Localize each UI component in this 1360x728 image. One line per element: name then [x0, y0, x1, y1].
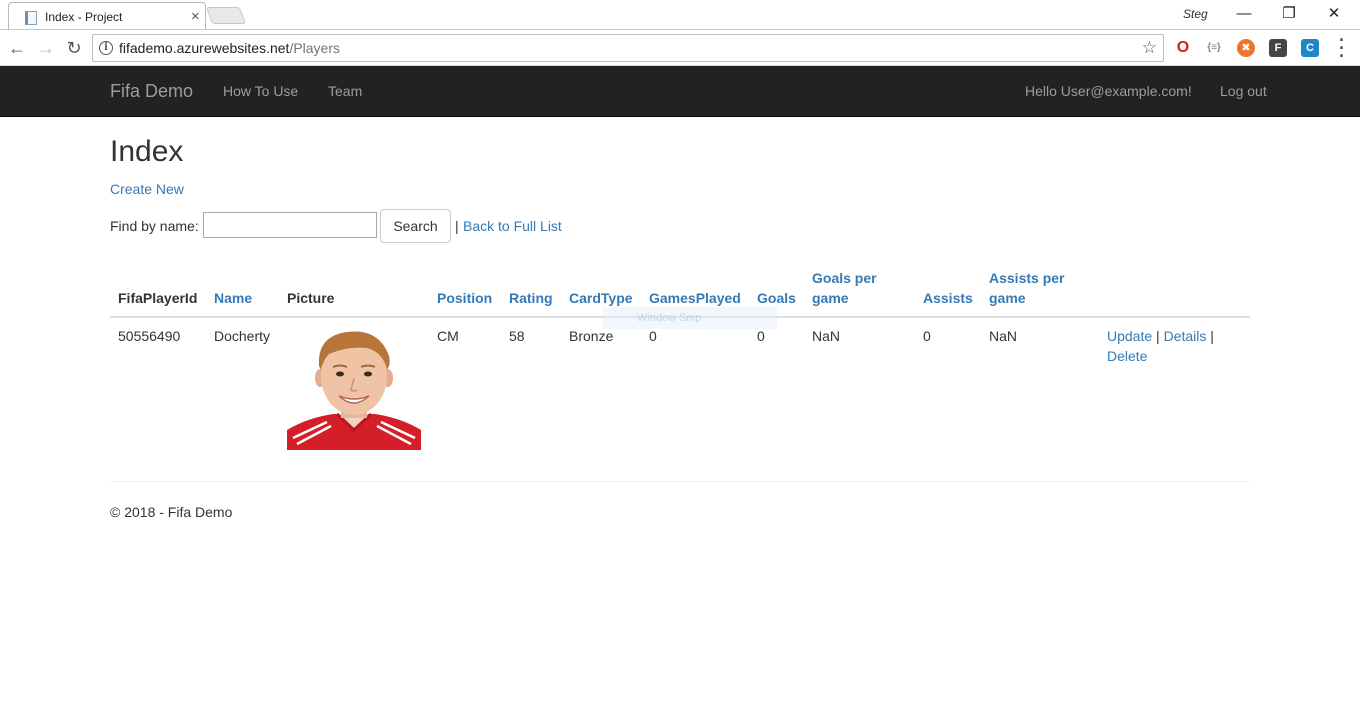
forward-arrow-icon[interactable]: → — [35, 37, 57, 59]
f-extension-icon[interactable]: F — [1269, 39, 1287, 57]
cell-position: CM — [437, 328, 459, 344]
delete-link[interactable]: Delete — [1107, 348, 1147, 364]
window-snip-overlay: Window Snip — [603, 307, 777, 329]
cell-goals-per-game: NaN — [812, 328, 841, 344]
cell-picture — [279, 317, 429, 458]
browser-toolbar: ← → ↻ i fifademo.azurewebsites.net/Playe… — [0, 29, 1360, 66]
player-photo — [287, 331, 421, 450]
close-window-icon[interactable]: ✕ — [1311, 2, 1357, 26]
cell-cardtype: Bronze — [569, 328, 614, 344]
browser-tabstrip: Index - Project × Steg — ❐ ✕ — [0, 0, 1360, 30]
restore-icon[interactable]: ❐ — [1266, 2, 1312, 26]
footer-text: © 2018 - Fifa Demo — [110, 504, 233, 520]
opera-extension-icon[interactable]: O — [1174, 39, 1192, 57]
minimize-icon[interactable]: — — [1221, 2, 1267, 26]
footer-divider — [110, 481, 1250, 482]
orange-extension-icon[interactable]: ✖ — [1237, 39, 1255, 57]
close-tab-icon[interactable]: × — [191, 8, 200, 26]
col-header-position[interactable]: Position — [429, 260, 501, 318]
cell-goals: 0 — [757, 328, 765, 344]
page-title: Index — [110, 135, 184, 168]
nav-link-team[interactable]: Team — [328, 83, 362, 99]
address-bar[interactable]: i fifademo.azurewebsites.net/Players ☆ — [92, 34, 1164, 62]
col-header-goals-per-game[interactable]: Goals per game — [804, 260, 915, 318]
back-to-full-list-link[interactable]: Back to Full List — [463, 218, 562, 234]
col-header-assists-per-game[interactable]: Assists per game — [981, 260, 1099, 318]
browser-menu-icon[interactable]: · · · — [1336, 31, 1348, 65]
separator: | — [455, 218, 459, 234]
search-button[interactable]: Search — [380, 209, 451, 243]
tab-title: Index - Project — [45, 10, 123, 24]
cell-assists-per-game: NaN — [989, 328, 1018, 344]
new-tab-button[interactable] — [205, 7, 247, 24]
players-table: FifaPlayerId Name Picture Position Ratin… — [110, 260, 1250, 458]
search-form: Find by name: Search | Back to Full List — [110, 209, 710, 243]
action-separator: | — [1156, 328, 1160, 344]
url-text: fifademo.azurewebsites.net/Players — [119, 40, 341, 56]
cell-gamesplayed: 0 — [649, 328, 657, 344]
create-new-link[interactable]: Create New — [110, 181, 184, 197]
back-arrow-icon[interactable]: ← — [6, 37, 28, 59]
brand-link[interactable]: Fifa Demo — [110, 81, 193, 102]
site-navbar: Fifa Demo How To Use Team Hello User@exa… — [0, 66, 1360, 117]
logout-link[interactable]: Log out — [1220, 83, 1267, 99]
profile-name[interactable]: Steg — [1183, 7, 1208, 21]
user-greeting-link[interactable]: Hello User@example.com! — [1025, 83, 1192, 99]
col-header-name[interactable]: Name — [206, 260, 279, 318]
col-header-picture: Picture — [279, 260, 429, 318]
col-header-assists[interactable]: Assists — [915, 260, 981, 318]
col-header-fifaplayerid: FifaPlayerId — [110, 260, 206, 318]
table-row: 50556490 Docherty CM 58 Bronze 0 0 NaN 0… — [110, 317, 1250, 458]
details-link[interactable]: Details — [1164, 328, 1207, 344]
browser-tab[interactable]: Index - Project × — [8, 2, 206, 30]
page-favicon-icon — [25, 11, 37, 25]
reload-icon[interactable]: ↻ — [63, 37, 85, 59]
action-separator: | — [1210, 328, 1214, 344]
bookmark-star-icon[interactable]: ☆ — [1142, 38, 1157, 58]
wave-extension-icon[interactable]: C — [1301, 39, 1319, 57]
cell-fifaplayerid: 50556490 — [118, 328, 181, 344]
cell-actions: Update | Details | Delete — [1099, 317, 1250, 458]
cell-assists: 0 — [923, 328, 931, 344]
col-header-actions — [1099, 260, 1250, 318]
update-link[interactable]: Update — [1107, 328, 1152, 344]
cell-name: Docherty — [214, 328, 271, 344]
site-info-icon[interactable]: i — [99, 41, 113, 55]
search-input[interactable] — [203, 212, 377, 238]
col-header-rating[interactable]: Rating — [501, 260, 561, 318]
cell-rating: 58 — [509, 328, 525, 344]
json-extension-icon[interactable]: {≡} — [1205, 39, 1223, 57]
find-by-name-label: Find by name: — [110, 218, 199, 234]
nav-link-how-to-use[interactable]: How To Use — [223, 83, 298, 99]
